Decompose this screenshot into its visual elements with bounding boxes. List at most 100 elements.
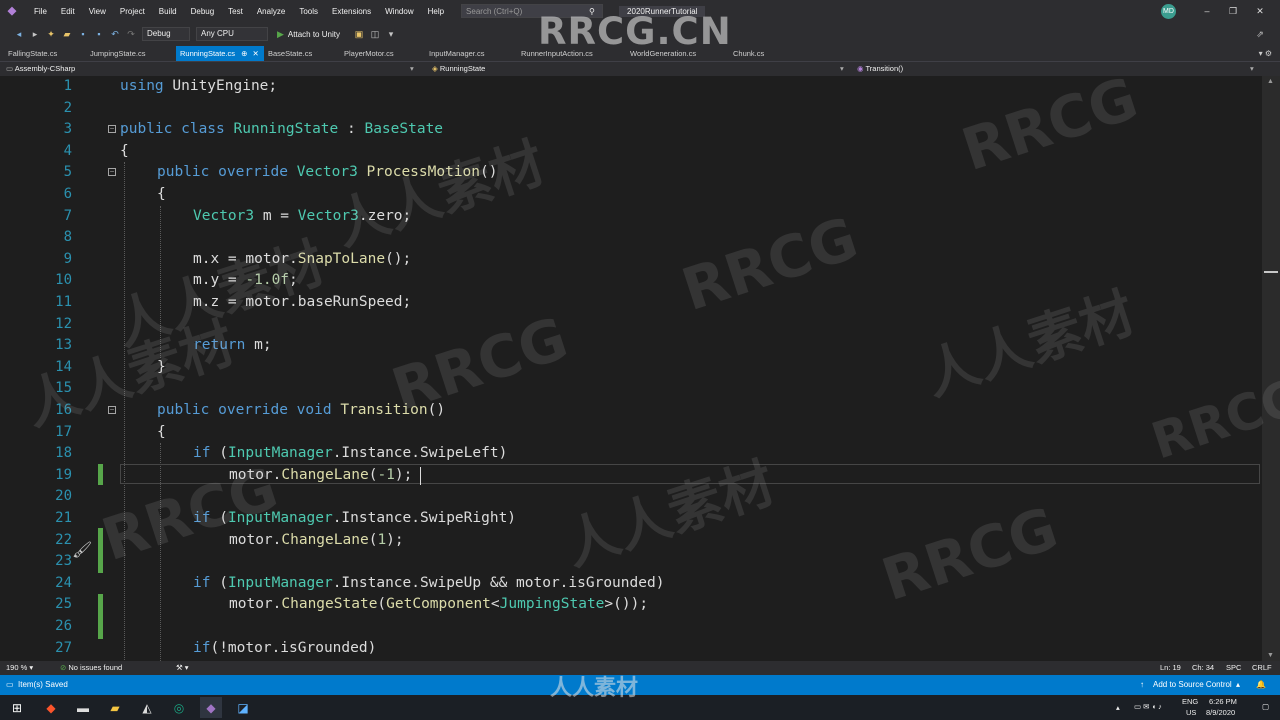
status-icon: ▭: [6, 680, 14, 689]
menu-file[interactable]: File: [27, 7, 54, 16]
code-cleanup-icon[interactable]: ⚒ ▾: [176, 661, 189, 675]
visual-studio-icon[interactable]: ◆: [200, 697, 222, 718]
navigate-forward-icon[interactable]: ▸: [28, 29, 42, 40]
navigation-bar: ▭ Assembly-CSharp ▾ ◈ RunningState ▾ ◉ T…: [0, 61, 1280, 76]
close-tab-icon[interactable]: ✕: [253, 49, 259, 58]
undo-icon[interactable]: ↶: [108, 29, 122, 40]
add-to-source-control-button[interactable]: Add to Source Control: [1153, 675, 1232, 695]
menu-tools[interactable]: Tools: [292, 7, 325, 16]
member-dropdown[interactable]: ◉ Transition(): [857, 63, 903, 75]
tab-base-state[interactable]: BaseState.cs: [268, 46, 312, 61]
chevron-down-icon[interactable]: ▾: [1250, 63, 1254, 75]
minimize-icon[interactable]: –: [1200, 4, 1214, 18]
tab-player-motor[interactable]: PlayerMotor.cs: [344, 46, 394, 61]
menu-test[interactable]: Test: [221, 7, 250, 16]
code-line: 18 if (InputManager.Instance.SwipeLeft): [55, 445, 508, 462]
menu-edit[interactable]: Edit: [54, 7, 82, 16]
code-line: 22 motor.ChangeLane(1);: [55, 531, 404, 548]
save-icon[interactable]: ▪: [76, 29, 90, 39]
terminal-icon[interactable]: ▬: [72, 697, 94, 718]
tab-list-dropdown-icon[interactable]: ▾ ⚙: [1259, 46, 1272, 61]
whitespace-indicator[interactable]: SPC: [1226, 661, 1241, 675]
brave-browser-icon[interactable]: ◆: [40, 697, 62, 718]
menu-extensions[interactable]: Extensions: [325, 7, 378, 16]
windows-start-icon[interactable]: ⊞: [6, 697, 28, 718]
notification-center-icon[interactable]: ▢: [1262, 702, 1269, 711]
unity-icon[interactable]: ◭: [136, 697, 158, 718]
save-all-icon[interactable]: ▪: [92, 29, 106, 39]
configuration-dropdown[interactable]: Debug: [142, 27, 190, 41]
code-line: 23: [55, 553, 72, 570]
menu-analyze[interactable]: Analyze: [250, 7, 292, 16]
status-bar: ▭ Item(s) Saved ↑ Add to Source Control …: [0, 675, 1280, 695]
line-number-indicator: Ln: 19: [1160, 663, 1181, 672]
code-line: 24 if (InputManager.Instance.SwipeUp && …: [55, 574, 665, 591]
vertical-scrollbar[interactable]: ▲ ▼: [1262, 76, 1280, 661]
chevron-down-icon[interactable]: ▾: [840, 63, 844, 75]
play-icon: ▶: [277, 28, 284, 39]
navigate-back-icon[interactable]: ◂: [12, 29, 26, 40]
menu-view[interactable]: View: [82, 7, 113, 16]
zoom-level-dropdown[interactable]: 190 % ▾: [6, 661, 33, 675]
tab-running-state[interactable]: RunningState.cs ⊕ ✕: [176, 46, 264, 61]
csharp-project-icon: ▭: [6, 64, 14, 73]
close-icon[interactable]: ✕: [1253, 4, 1267, 18]
redo-icon[interactable]: ↷: [124, 29, 138, 40]
menu-project[interactable]: Project: [113, 7, 152, 16]
hot-reload-icon[interactable]: ▣: [352, 29, 366, 40]
tab-jumping-state[interactable]: JumpingState.cs: [90, 46, 145, 61]
collapse-icon[interactable]: −: [108, 406, 116, 414]
code-line: 27 if(!motor.isGrounded): [55, 639, 377, 656]
notifications-icon[interactable]: 🔔: [1256, 675, 1266, 695]
clock-date[interactable]: 8/9/2020: [1206, 708, 1235, 717]
input-language[interactable]: ENG: [1182, 697, 1198, 706]
tab-input-manager[interactable]: InputManager.cs: [429, 46, 484, 61]
source-control-icon[interactable]: ↑: [1140, 675, 1144, 695]
gitkraken-icon[interactable]: ◎: [168, 697, 190, 718]
toolbar-options-icon[interactable]: ▾: [384, 29, 398, 40]
clock-time[interactable]: 6:26 PM: [1209, 697, 1237, 706]
user-avatar[interactable]: MD: [1161, 4, 1176, 19]
chevron-down-icon[interactable]: ▾: [410, 63, 414, 75]
live-share-icon[interactable]: ⇗: [1253, 29, 1267, 40]
pin-icon[interactable]: ⊕: [241, 49, 247, 58]
scroll-down-icon[interactable]: ▼: [1267, 652, 1274, 659]
attach-to-unity-button[interactable]: ▶ Attach to Unity: [277, 29, 340, 40]
screenshot-icon[interactable]: ◫: [368, 29, 382, 40]
platform-dropdown[interactable]: Any CPU: [196, 27, 268, 41]
input-region[interactable]: US: [1186, 708, 1196, 717]
collapse-icon[interactable]: −: [108, 168, 116, 177]
open-file-icon[interactable]: ▰: [60, 29, 74, 40]
menu-help[interactable]: Help: [421, 7, 451, 16]
menu-debug[interactable]: Debug: [184, 7, 222, 16]
collapse-icon[interactable]: −: [108, 125, 116, 134]
tab-falling-state[interactable]: FallingState.cs: [8, 46, 57, 61]
code-line: 13 return m;: [55, 337, 272, 354]
scroll-up-icon[interactable]: ▲: [1267, 78, 1274, 85]
project-dropdown[interactable]: ▭ Assembly-CSharp: [6, 63, 75, 75]
menu-window[interactable]: Window: [378, 7, 420, 16]
code-line: 6 {: [63, 186, 166, 202]
scroll-position-marker: [1264, 271, 1278, 273]
issues-indicator[interactable]: ⊘ No issues found: [60, 661, 122, 675]
chevron-up-icon[interactable]: ▴: [1236, 675, 1240, 695]
restore-icon[interactable]: ❐: [1226, 4, 1240, 18]
line-ending-indicator[interactable]: CRLF: [1252, 661, 1272, 675]
code-line: 14 }: [55, 358, 166, 375]
class-dropdown[interactable]: ◈ RunningState: [432, 63, 485, 75]
new-project-icon[interactable]: ✦: [44, 29, 58, 40]
tray-chevron-up-icon[interactable]: ▴: [1116, 703, 1120, 712]
tab-chunk[interactable]: Chunk.cs: [733, 46, 764, 61]
code-line: 15: [55, 380, 72, 397]
code-line: 21 if (InputManager.Instance.SwipeRight): [55, 510, 517, 526]
text-caret: [420, 466, 421, 485]
code-line: 4 {: [63, 142, 129, 159]
code-editor[interactable]: 🖌 1 using UnityEngine; 2 3 − public clas…: [0, 76, 1262, 661]
code-line: 19 motor.ChangeLane(-1);: [0, 465, 1262, 487]
code-line: 17 {: [55, 423, 166, 440]
watermark-header: RRCG.CN: [538, 10, 732, 53]
menu-build[interactable]: Build: [152, 7, 184, 16]
file-explorer-icon[interactable]: ▰: [104, 697, 126, 718]
app-icon[interactable]: ◪: [232, 697, 254, 718]
tray-icons[interactable]: ▭ ✉ ◖ ♪: [1134, 702, 1162, 711]
